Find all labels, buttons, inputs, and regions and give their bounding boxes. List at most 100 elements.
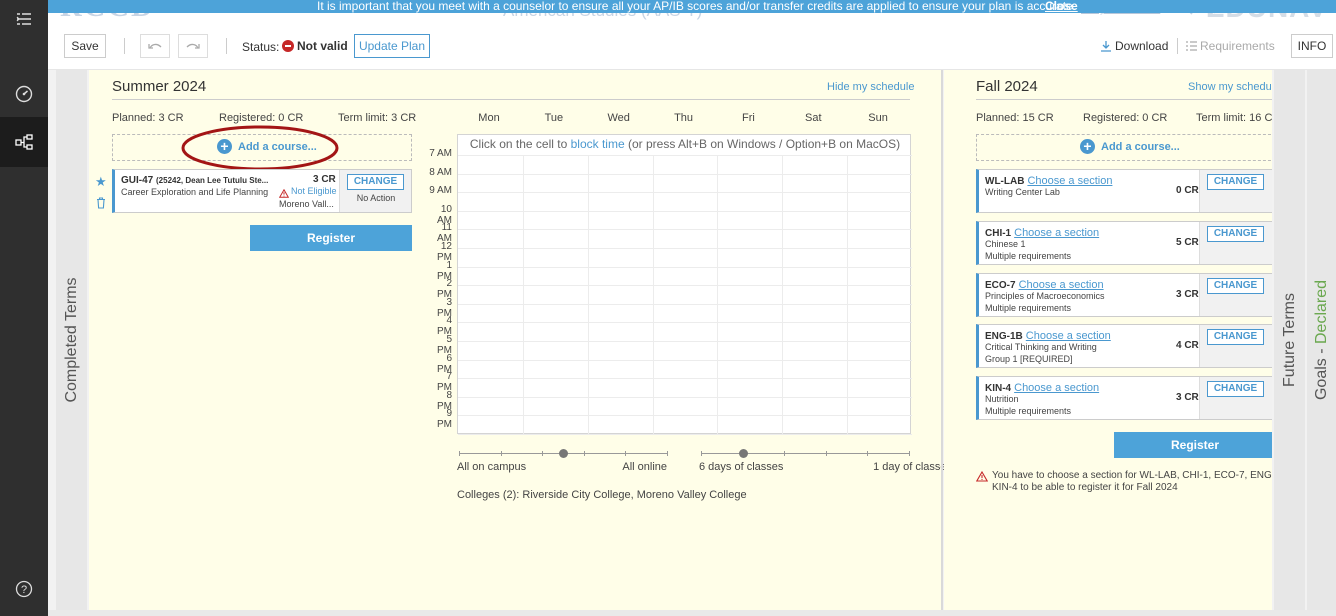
requirements-label: Requirements — [1200, 39, 1275, 53]
campus-slider-tick — [500, 451, 502, 456]
course-name: Career Exploration and Life Planning — [121, 187, 269, 197]
change-button[interactable]: CHANGE — [1207, 277, 1264, 294]
days-slider-track[interactable] — [701, 453, 909, 454]
days-slider-tick — [784, 451, 786, 456]
add-course-button[interactable]: + Add a course... — [976, 134, 1272, 161]
register-button[interactable]: Register — [1114, 432, 1272, 458]
change-button[interactable]: CHANGE — [1207, 174, 1264, 190]
requirements-button[interactable]: Requirements — [1186, 39, 1275, 53]
hour-label: 9 PM — [437, 408, 452, 431]
course-name: Chinese 1 — [985, 238, 1026, 249]
course-credits: 0 CR — [1176, 185, 1199, 196]
days-slider-tick — [909, 451, 910, 456]
days-slider-handle[interactable] — [738, 449, 748, 458]
change-button[interactable]: CHANGE — [347, 174, 404, 190]
course-credits: 5 CR — [1176, 236, 1199, 248]
change-button[interactable]: CHANGE — [1207, 225, 1264, 242]
grid-row-line — [458, 173, 912, 175]
course-campus: Moreno Vall... — [279, 199, 334, 209]
toolbar-divider — [1177, 38, 1178, 54]
course-section: (25242, Dean Lee Tutulu Ste... — [156, 176, 269, 185]
grid-row-line — [458, 248, 912, 249]
show-schedule-link[interactable]: Show my schedule — [1188, 81, 1272, 93]
info-button[interactable]: INFO — [1291, 34, 1333, 58]
grid-row-line — [458, 378, 912, 380]
course-code-text: GUI-47 — [121, 175, 154, 186]
future-terms-strip[interactable]: Future Terms — [1274, 70, 1305, 610]
choose-section-link[interactable]: Choose a section — [1019, 279, 1104, 291]
change-button[interactable]: CHANGE — [1207, 381, 1264, 398]
course-card[interactable]: WL-LAB Choose a section Writing Center Lab… — [976, 169, 1272, 213]
grid-day-line — [652, 155, 654, 435]
plan-tree-icon[interactable] — [0, 117, 48, 167]
course-credits: 3 CR — [1176, 288, 1199, 300]
grid-row-line — [458, 322, 912, 324]
help-icon[interactable]: ? — [0, 580, 48, 602]
weekday-label: Fri — [741, 112, 755, 124]
undo-button[interactable] — [140, 34, 170, 58]
download-button[interactable]: Download — [1100, 39, 1168, 53]
choose-section-link[interactable]: Choose a section — [1014, 382, 1099, 394]
choose-section-link[interactable]: Choose a section — [1026, 330, 1111, 342]
register-button[interactable]: Register — [250, 225, 412, 251]
campus-slider-tick — [625, 451, 627, 456]
days-slider-tick — [867, 451, 869, 456]
course-code-text: CHI-1 — [985, 227, 1012, 239]
list-icon — [1186, 41, 1197, 51]
choose-section-link[interactable]: Choose a section — [1014, 227, 1099, 239]
grid-day-line — [717, 155, 719, 435]
advisory-banner: It is important that you meet with a cou… — [48, 0, 1336, 13]
term-title: Summer 2024 — [112, 78, 207, 95]
completed-terms-strip[interactable]: Completed Terms — [56, 70, 87, 610]
weekday-label: Sun — [868, 112, 888, 124]
save-button[interactable]: Save — [64, 34, 106, 58]
course-card[interactable]: CHI-1 Choose a section Chinese 1 Multiple r… — [976, 220, 1272, 265]
grid-row-line — [458, 415, 912, 417]
schedule-hint: Click on the cell to block time (or pres… — [458, 137, 912, 151]
registration-warning: You have to choose a section for WL-LAB,… — [992, 470, 1272, 494]
update-plan-button[interactable]: Update Plan — [354, 34, 430, 58]
completed-terms-label: Completed Terms — [62, 277, 80, 403]
trash-icon[interactable] — [96, 197, 106, 212]
course-code: GUI-47 (25242, Dean Lee Tutulu Ste... — [121, 175, 268, 186]
change-button[interactable]: CHANGE — [1207, 329, 1264, 346]
grid-row-line — [458, 396, 912, 398]
course-card[interactable]: GUI-47 (25242, Dean Lee Tutulu Ste... Ca… — [112, 169, 412, 213]
menu-icon[interactable] — [0, 8, 48, 30]
course-card[interactable]: ECO-7 Choose a section Principles of Macro… — [976, 272, 1272, 317]
course-code: KIN-4 Choose a section — [985, 382, 1099, 394]
course-code: ECO-7 Choose a section — [985, 279, 1104, 291]
hide-schedule-link[interactable]: Hide my schedule — [827, 81, 914, 93]
choose-section-link[interactable]: Choose a section — [1027, 175, 1112, 187]
grid-day-line — [587, 155, 589, 435]
block-time-link[interactable]: block time — [571, 137, 625, 151]
course-card[interactable]: ENG-1B Choose a section Critical Thinking … — [976, 324, 1272, 369]
course-card[interactable]: KIN-4 Choose a section Nutrition Multiple r… — [976, 376, 1272, 421]
course-action-panel: CHANGE — [1199, 325, 1272, 368]
goals-strip[interactable]: Goals - Declared — [1307, 70, 1336, 610]
banner-close-link[interactable]: Close — [1045, 0, 1078, 12]
course-name: Nutrition — [985, 394, 1019, 405]
undo-icon — [148, 43, 162, 49]
course-action-panel: CHANGE — [1199, 170, 1272, 212]
toolbar-divider — [226, 38, 227, 54]
days-slider-tick — [825, 451, 827, 456]
weekday-label: Mon — [478, 112, 500, 124]
grid-day-line — [782, 155, 784, 435]
grid-row-line — [458, 303, 912, 305]
course-credits: 4 CR — [1176, 340, 1199, 352]
campus-slider-handle[interactable] — [559, 449, 568, 458]
grid-row-line — [458, 155, 912, 156]
dashboard-icon[interactable] — [0, 80, 48, 108]
course-code-text: KIN-4 — [985, 383, 1012, 395]
redo-button[interactable] — [178, 34, 208, 58]
bottom-scrollbar[interactable] — [48, 610, 1336, 616]
toolbar-divider — [124, 38, 125, 54]
favorite-star-icon[interactable]: ★ — [95, 174, 107, 190]
plan-toolbar: Save Status: Not valid Update Plan Downl… — [48, 22, 1336, 70]
weekly-schedule-grid[interactable]: Click on the cell to block time (or pres… — [457, 134, 912, 435]
grid-row-line — [458, 210, 912, 212]
weekday-label: Wed — [607, 112, 630, 124]
days-slider-tick — [701, 451, 702, 456]
term-limit: Term limit: 16 CR — [1196, 112, 1272, 124]
